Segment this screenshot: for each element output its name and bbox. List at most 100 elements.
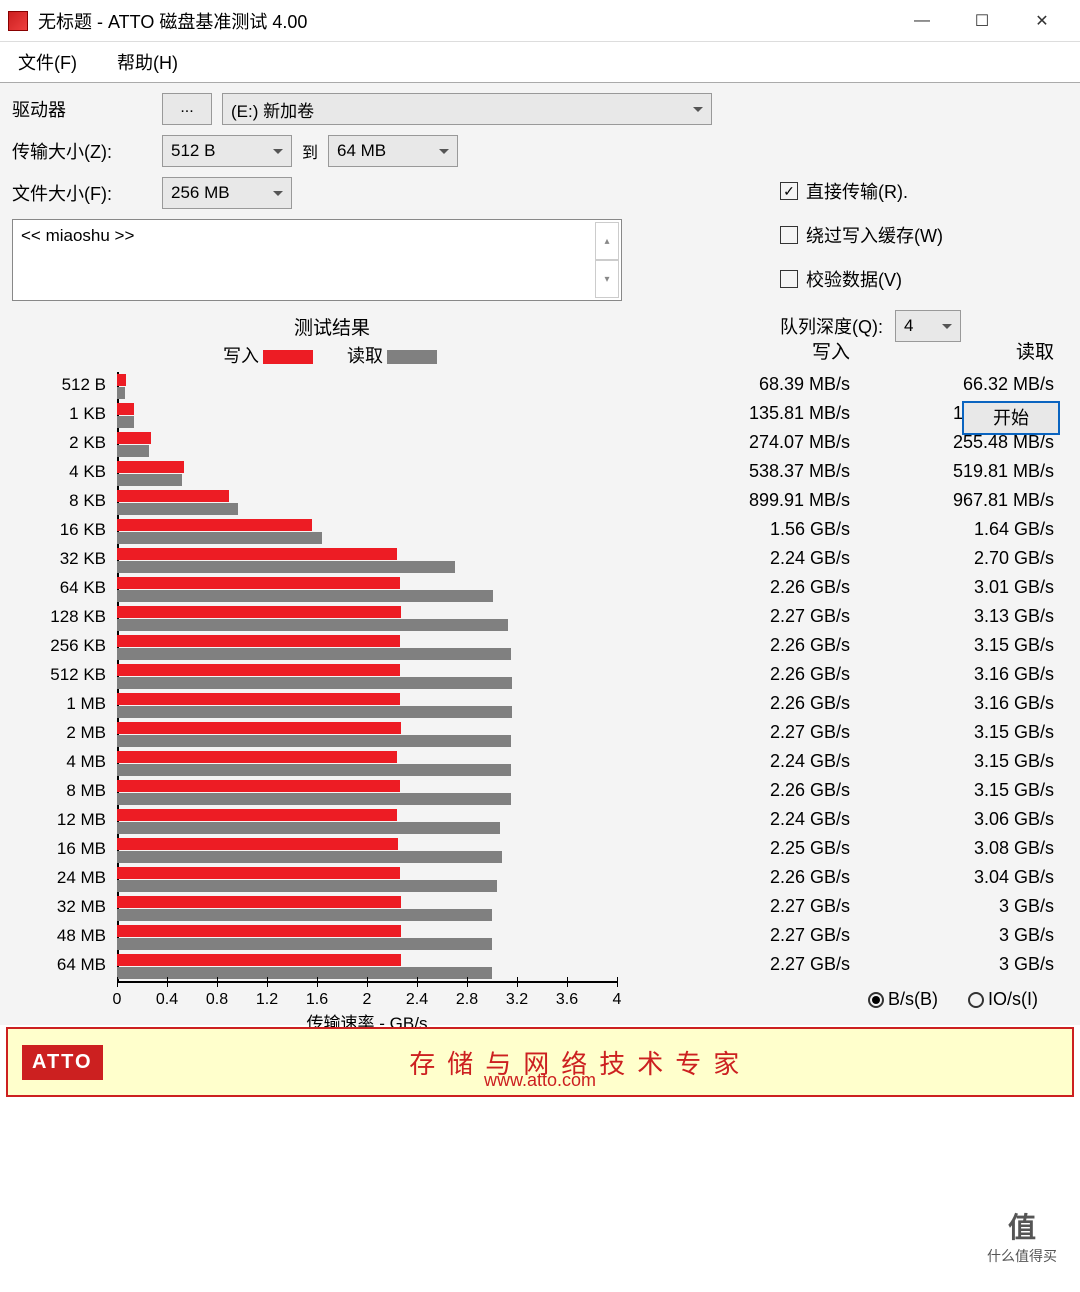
bar-write bbox=[117, 809, 397, 821]
bar-row: 4 MB bbox=[117, 749, 652, 778]
bar-label: 12 MB bbox=[12, 810, 112, 830]
bar-read bbox=[117, 416, 134, 428]
bar-write bbox=[117, 925, 401, 937]
transfer-from-select[interactable]: 512 B bbox=[162, 135, 292, 167]
minimize-button[interactable]: — bbox=[892, 1, 952, 41]
menubar: 文件(F) 帮助(H) bbox=[0, 42, 1080, 82]
bar-read bbox=[117, 648, 511, 660]
window-title: 无标题 - ATTO 磁盘基准测试 4.00 bbox=[38, 8, 892, 34]
bar-row: 16 KB bbox=[117, 517, 652, 546]
bar-row: 24 MB bbox=[117, 865, 652, 894]
bar-label: 24 MB bbox=[12, 868, 112, 888]
bar-row: 4 KB bbox=[117, 459, 652, 488]
drive-label: 驱动器 bbox=[12, 96, 162, 122]
bar-read bbox=[117, 619, 508, 631]
data-row: 2.26 GB/s3.01 GB/s bbox=[660, 573, 1068, 602]
bar-write bbox=[117, 374, 126, 386]
bar-write bbox=[117, 490, 229, 502]
bar-row: 16 MB bbox=[117, 836, 652, 865]
data-row: 899.91 MB/s967.81 MB/s bbox=[660, 486, 1068, 515]
data-row: 2.26 GB/s3.04 GB/s bbox=[660, 863, 1068, 892]
bar-write bbox=[117, 838, 398, 850]
bar-row: 128 KB bbox=[117, 604, 652, 633]
maximize-button[interactable]: ☐ bbox=[952, 1, 1012, 41]
bar-read bbox=[117, 474, 182, 486]
direct-io-checkbox[interactable]: ✓ bbox=[780, 182, 798, 200]
data-row: 1.56 GB/s1.64 GB/s bbox=[660, 515, 1068, 544]
data-row: 2.27 GB/s3 GB/s bbox=[660, 950, 1068, 979]
bar-read bbox=[117, 909, 492, 921]
drive-select[interactable]: (E:) 新加卷 bbox=[222, 93, 712, 125]
file-size-select[interactable]: 256 MB bbox=[162, 177, 292, 209]
bar-label: 32 MB bbox=[12, 897, 112, 917]
bar-read bbox=[117, 967, 492, 979]
menu-help[interactable]: 帮助(H) bbox=[109, 45, 186, 79]
bar-write bbox=[117, 461, 184, 473]
bar-row: 48 MB bbox=[117, 923, 652, 952]
bar-write bbox=[117, 432, 151, 444]
direct-io-label: 直接传输(R). bbox=[806, 178, 908, 204]
bar-row: 8 KB bbox=[117, 488, 652, 517]
bar-read bbox=[117, 822, 500, 834]
bar-label: 16 MB bbox=[12, 839, 112, 859]
bar-write bbox=[117, 664, 400, 676]
bar-read bbox=[117, 851, 502, 863]
bar-read bbox=[117, 735, 511, 747]
close-button[interactable]: ✕ bbox=[1012, 1, 1072, 41]
bar-label: 512 KB bbox=[12, 665, 112, 685]
data-row: 2.24 GB/s2.70 GB/s bbox=[660, 544, 1068, 573]
bar-row: 12 MB bbox=[117, 807, 652, 836]
data-row: 2.26 GB/s3.15 GB/s bbox=[660, 776, 1068, 805]
menu-file[interactable]: 文件(F) bbox=[10, 45, 85, 79]
bar-label: 512 B bbox=[12, 375, 112, 395]
radio-ios[interactable] bbox=[968, 992, 984, 1008]
data-row: 2.27 GB/s3 GB/s bbox=[660, 921, 1068, 950]
data-row: 2.27 GB/s3.15 GB/s bbox=[660, 718, 1068, 747]
verify-label: 校验数据(V) bbox=[806, 266, 902, 292]
bar-row: 512 KB bbox=[117, 662, 652, 691]
bar-label: 2 KB bbox=[12, 433, 112, 453]
bar-read bbox=[117, 503, 238, 515]
queue-depth-select[interactable]: 4 bbox=[895, 310, 961, 342]
radio-bs[interactable] bbox=[868, 992, 884, 1008]
titlebar: 无标题 - ATTO 磁盘基准测试 4.00 — ☐ ✕ bbox=[0, 0, 1080, 42]
data-row: 2.24 GB/s3.06 GB/s bbox=[660, 805, 1068, 834]
bar-write bbox=[117, 548, 397, 560]
bar-read bbox=[117, 445, 149, 457]
banner: ATTO 存储与网络技术专家 www.atto.com bbox=[6, 1027, 1074, 1097]
bar-row: 32 KB bbox=[117, 546, 652, 575]
bar-read bbox=[117, 764, 511, 776]
description-input[interactable]: << miaoshu >> ▴▾ bbox=[12, 219, 622, 301]
bar-row: 8 MB bbox=[117, 778, 652, 807]
to-label: 到 bbox=[302, 139, 318, 163]
bar-label: 48 MB bbox=[12, 926, 112, 946]
bar-write bbox=[117, 403, 134, 415]
bar-row: 1 KB bbox=[117, 401, 652, 430]
bar-label: 8 MB bbox=[12, 781, 112, 801]
bar-label: 1 KB bbox=[12, 404, 112, 424]
bar-write bbox=[117, 519, 312, 531]
drive-browse-button[interactable]: ... bbox=[162, 93, 212, 125]
bar-read bbox=[117, 677, 512, 689]
start-button[interactable]: 开始 bbox=[962, 401, 1060, 435]
file-size-label: 文件大小(F): bbox=[12, 180, 162, 206]
bar-read bbox=[117, 590, 493, 602]
bar-label: 32 KB bbox=[12, 549, 112, 569]
watermark: 值 什么值得买 bbox=[972, 1186, 1072, 1286]
bar-write bbox=[117, 954, 401, 966]
spin-down-icon[interactable]: ▾ bbox=[595, 260, 619, 298]
bar-write bbox=[117, 693, 400, 705]
bar-row: 1 MB bbox=[117, 691, 652, 720]
bar-label: 256 KB bbox=[12, 636, 112, 656]
transfer-to-select[interactable]: 64 MB bbox=[328, 135, 458, 167]
bar-row: 64 MB bbox=[117, 952, 652, 981]
app-icon bbox=[8, 11, 28, 31]
bar-write bbox=[117, 635, 400, 647]
bar-label: 2 MB bbox=[12, 723, 112, 743]
bypass-cache-checkbox[interactable] bbox=[780, 226, 798, 244]
bar-row: 64 KB bbox=[117, 575, 652, 604]
queue-depth-label: 队列深度(Q): bbox=[780, 313, 883, 339]
spin-up-icon[interactable]: ▴ bbox=[595, 222, 619, 260]
verify-checkbox[interactable] bbox=[780, 270, 798, 288]
legend-write-swatch bbox=[263, 350, 313, 364]
